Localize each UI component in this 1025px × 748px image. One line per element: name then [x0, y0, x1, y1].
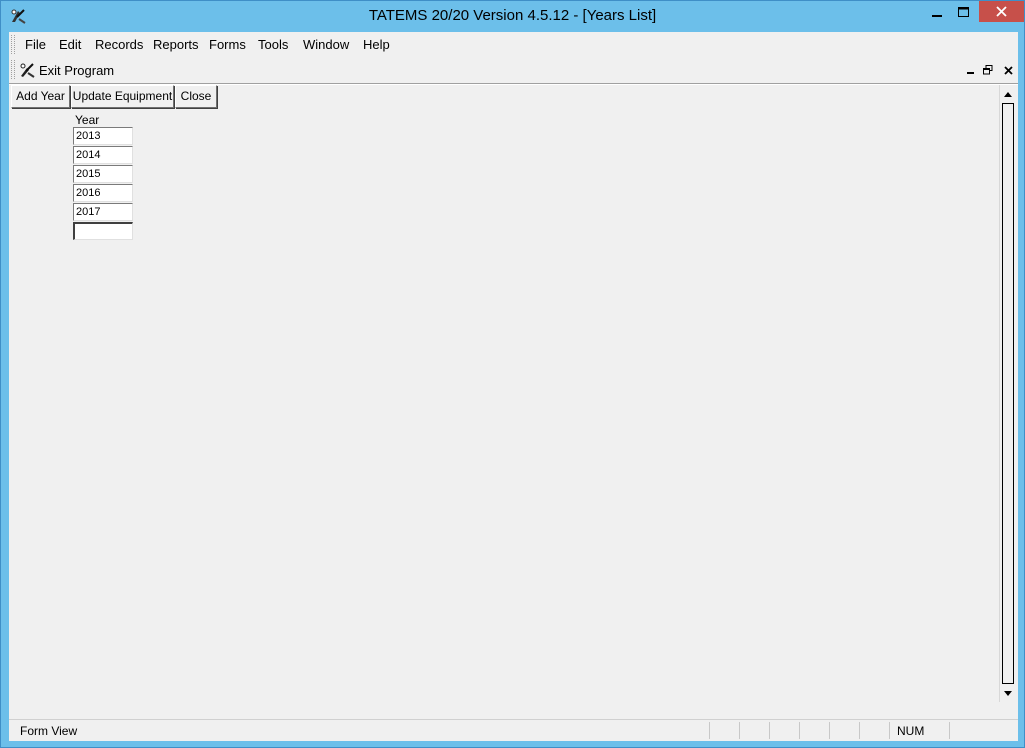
status-panel-divider	[889, 722, 890, 739]
update-equipment-button[interactable]: Update Equipment	[71, 85, 174, 108]
window-title: TATEMS 20/20 Version 4.5.12 - [Years Lis…	[368, 7, 657, 24]
menu-grip[interactable]	[11, 35, 15, 54]
num-lock-indicator: NUM	[897, 724, 925, 738]
scroll-up-button[interactable]	[1000, 86, 1016, 102]
status-panel-divider	[949, 722, 950, 739]
child-minimize-button[interactable]	[964, 63, 978, 77]
status-panel-divider	[769, 722, 770, 739]
title-bar[interactable]: TATEMS 20/20 Version 4.5.12 - [Years Lis…	[1, 1, 1024, 32]
year-field-2014[interactable]: 2014	[73, 146, 133, 164]
maximize-icon	[958, 6, 969, 17]
close-window-button[interactable]	[979, 1, 1024, 22]
arrow-up-icon	[1004, 91, 1012, 97]
years-list-form: Add Year Update Equipment Close Year 201…	[11, 85, 1001, 719]
menu-help[interactable]: Help	[361, 37, 392, 53]
status-panel-divider	[859, 722, 860, 739]
maximize-button[interactable]	[950, 1, 977, 22]
exit-program-icon	[20, 63, 35, 78]
year-field-2016[interactable]: 2016	[73, 184, 133, 202]
year-field-2013[interactable]: 2013	[73, 127, 133, 145]
child-restore-button[interactable]	[981, 63, 995, 77]
exit-program-button[interactable]: Exit Program	[19, 60, 119, 80]
status-panel-divider	[829, 722, 830, 739]
status-view-mode: Form View	[20, 724, 78, 738]
toolbar: Exit Program	[9, 57, 1018, 82]
menu-forms[interactable]: Forms	[207, 37, 248, 53]
toolbar-grip[interactable]	[11, 60, 15, 79]
restore-icon	[983, 65, 993, 75]
status-panel-divider	[799, 722, 800, 739]
vertical-scrollbar[interactable]	[999, 85, 1016, 702]
year-field-2017[interactable]: 2017	[73, 203, 133, 221]
child-close-button[interactable]	[1001, 63, 1015, 77]
year-column-header: Year	[75, 113, 100, 127]
menu-reports[interactable]: Reports	[151, 37, 201, 53]
close-icon	[1003, 65, 1013, 75]
menu-file[interactable]: File	[23, 37, 48, 53]
close-form-button[interactable]: Close	[175, 85, 217, 108]
minimize-icon	[931, 14, 942, 17]
status-bar: Form View NUM	[9, 719, 1018, 741]
add-year-button[interactable]: Add Year	[11, 85, 70, 108]
scroll-down-button[interactable]	[1000, 685, 1016, 701]
menu-tools[interactable]: Tools	[256, 37, 290, 53]
status-panel-divider	[739, 722, 740, 739]
minimize-button[interactable]	[923, 1, 950, 22]
year-field-new[interactable]	[73, 222, 133, 240]
client-area: File Edit Records Reports Forms Tools Wi…	[9, 32, 1018, 741]
app-logo-icon[interactable]	[9, 7, 27, 25]
application-window: TATEMS 20/20 Version 4.5.12 - [Years Lis…	[0, 0, 1025, 748]
arrow-down-icon	[1004, 690, 1012, 696]
menu-bar: File Edit Records Reports Forms Tools Wi…	[9, 32, 1018, 57]
status-panel-divider	[709, 722, 710, 739]
close-icon	[996, 6, 1007, 17]
year-field-2015[interactable]: 2015	[73, 165, 133, 183]
minimize-icon	[967, 72, 974, 74]
menu-records[interactable]: Records	[93, 37, 145, 53]
exit-program-label: Exit Program	[39, 62, 115, 78]
menu-window[interactable]: Window	[301, 37, 351, 53]
menu-edit[interactable]: Edit	[57, 37, 83, 53]
scroll-track[interactable]	[1002, 103, 1014, 684]
